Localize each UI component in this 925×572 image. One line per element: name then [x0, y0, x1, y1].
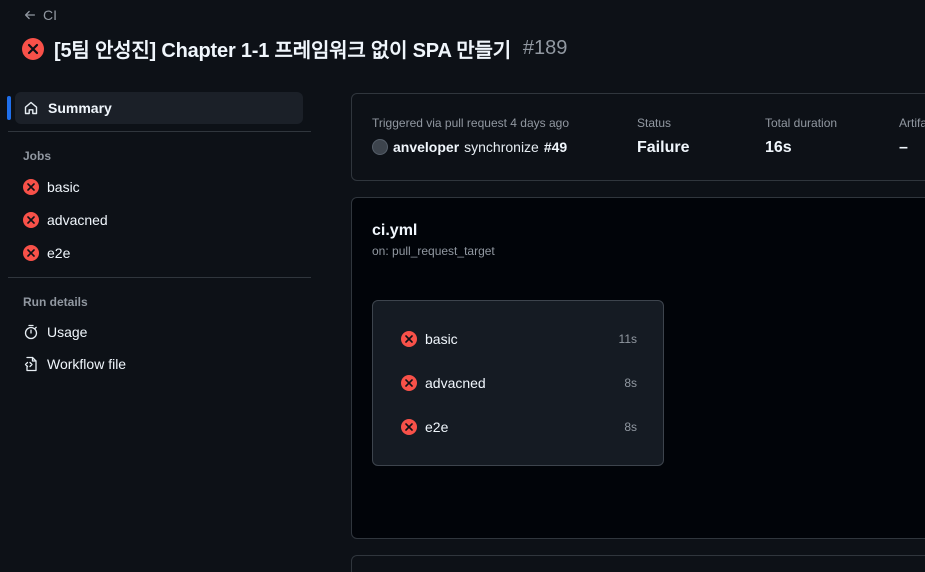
- x-circle-fill-icon: [23, 211, 39, 228]
- sidebar-job-e2e[interactable]: e2e: [0, 236, 312, 269]
- home-icon: [24, 101, 38, 115]
- artifacts-label: Artifa: [899, 116, 925, 130]
- job-graph: basic 11s advacned 8s e2e 8s: [372, 300, 664, 466]
- divider: [8, 131, 311, 132]
- artifacts-value: –: [899, 139, 908, 156]
- graph-job-label: advacned: [425, 375, 486, 391]
- run-title: [5팀 안성진] Chapter 1-1 프레임워크 없이 SPA 만들기: [54, 40, 511, 62]
- x-circle-fill-icon: [401, 331, 417, 347]
- sidebar-job-label: basic: [47, 178, 80, 195]
- graph-job-advacned[interactable]: advacned 8s: [401, 373, 637, 393]
- x-circle-fill-icon: [401, 419, 417, 435]
- arrow-left-icon: [24, 10, 36, 20]
- sidebar-item-label: Summary: [48, 100, 112, 116]
- run-details-list: Usage Workflow file: [0, 316, 312, 380]
- graph-job-basic[interactable]: basic 11s: [401, 329, 637, 349]
- sidebar: Summary Jobs basic advacned e2e Run deta…: [0, 92, 312, 380]
- page-title: [5팀 안성진] Chapter 1-1 프레임워크 없이 SPA 만들기 #1…: [22, 34, 567, 63]
- trigger-label: Triggered via pull request 4 days ago: [372, 116, 570, 130]
- graph-job-e2e[interactable]: e2e 8s: [401, 417, 637, 437]
- jobs-list: basic advacned e2e: [0, 170, 312, 269]
- sidebar-job-label: advacned: [47, 211, 108, 228]
- sidebar-item-summary[interactable]: Summary: [7, 92, 303, 124]
- duration-value: 16s: [765, 139, 792, 156]
- graph-job-duration: 8s: [624, 376, 637, 390]
- artifacts-info: Artifa –: [899, 116, 925, 157]
- sidebar-job-label: e2e: [47, 244, 71, 261]
- sidebar-item-label: Usage: [47, 324, 88, 340]
- divider: [8, 277, 311, 278]
- workflow-run-page: CI [5팀 안성진] Chapter 1-1 프레임워크 없이 SPA 만들기…: [0, 0, 925, 572]
- sidebar-job-basic[interactable]: basic: [0, 170, 312, 203]
- status-info: Status Failure: [637, 116, 689, 157]
- actor-link[interactable]: anveloper: [393, 139, 459, 155]
- graph-job-duration: 8s: [624, 420, 637, 434]
- x-circle-fill-icon: [23, 244, 39, 261]
- run-number: #189: [522, 37, 568, 59]
- graph-job-label: basic: [425, 331, 458, 347]
- avatar[interactable]: [372, 139, 388, 155]
- duration-info: Total duration 16s: [765, 116, 837, 157]
- jobs-heading: Jobs: [23, 149, 52, 163]
- file-code-icon: [24, 356, 37, 372]
- graph-job-duration: 11s: [618, 332, 637, 346]
- graph-job-label: e2e: [425, 419, 449, 435]
- sidebar-job-advacned[interactable]: advacned: [0, 203, 312, 236]
- back-link-label: CI: [43, 7, 57, 23]
- x-circle-fill-icon: [401, 375, 417, 391]
- pr-link[interactable]: #49: [544, 139, 567, 155]
- trigger-value: anveloper synchronize #49: [372, 139, 569, 155]
- sidebar-item-workflow-file[interactable]: Workflow file: [0, 348, 312, 380]
- workflow-name[interactable]: ci.yml: [372, 222, 417, 240]
- workflow-graph-card: ci.yml on: pull_request_target basic 11s…: [351, 197, 925, 539]
- run-details-heading: Run details: [23, 295, 88, 309]
- trigger-event: synchronize: [464, 139, 539, 155]
- next-section-card: [351, 555, 925, 572]
- run-summary-card: Triggered via pull request 4 days ago an…: [351, 93, 925, 181]
- workflow-trigger: on: pull_request_target: [372, 244, 495, 258]
- duration-label: Total duration: [765, 116, 838, 130]
- trigger-info: Triggered via pull request 4 days ago an…: [372, 116, 569, 155]
- status-label: Status: [637, 116, 672, 130]
- status-value: Failure: [637, 139, 690, 156]
- x-circle-fill-icon: [23, 178, 39, 195]
- sidebar-item-label: Workflow file: [47, 356, 127, 372]
- back-to-workflow-link[interactable]: CI: [23, 7, 57, 23]
- sidebar-item-usage[interactable]: Usage: [0, 316, 312, 348]
- x-circle-fill-icon: [22, 37, 44, 60]
- stopwatch-icon: [24, 324, 38, 340]
